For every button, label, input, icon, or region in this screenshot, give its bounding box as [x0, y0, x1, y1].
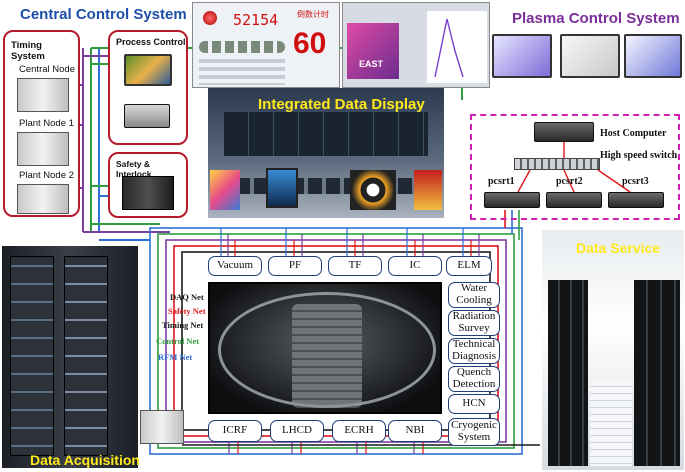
data-service-photo — [542, 230, 684, 470]
countdown-label: 倒数计时 — [297, 10, 329, 19]
safety-interlock-panel: Safety & Interlock — [108, 152, 188, 218]
timing-system-label: Timing System — [11, 40, 45, 62]
timing-system-panel: Timing System Central Node Plant Node 1 … — [3, 30, 80, 217]
rack-left — [10, 256, 54, 456]
process-control-label: Process Control — [116, 37, 186, 47]
pcsrt2-label: pcsrt2 — [556, 176, 583, 187]
subsystem-quench-detection: Quench Detection — [448, 366, 500, 392]
pcs-monitor-3 — [624, 34, 682, 78]
status-rows — [199, 59, 285, 85]
plant-node-2-crate — [17, 184, 69, 214]
subsystem-lhcd: LHCD — [270, 420, 324, 442]
subsystem-cryogenic-system: Cryogenic System — [448, 418, 500, 446]
subsystem-icrf: ICRF — [208, 420, 262, 442]
vessel-wall — [218, 292, 436, 408]
data-acquisition-photo — [2, 246, 138, 468]
subsystem-ic: IC — [388, 256, 442, 276]
pcsrt3-label: pcsrt3 — [622, 176, 649, 187]
display-panel-left — [210, 170, 240, 210]
display-panel-mid — [266, 168, 298, 208]
server-row-left — [548, 280, 588, 466]
plc-rack — [122, 176, 174, 210]
rack-right — [64, 256, 108, 456]
subsystem-tf: TF — [328, 256, 382, 276]
daq-crate — [140, 410, 184, 444]
video-wall — [224, 112, 428, 156]
pcs-monitor-1 — [492, 34, 552, 78]
safety-net-label: Safety Net — [168, 306, 206, 316]
subsystem-hcn: HCN — [448, 394, 500, 414]
data-service-title: Data Service — [576, 240, 661, 256]
display-panel-right — [414, 170, 442, 210]
countdown-value: 60 — [293, 27, 327, 60]
plasma-control-title: Plasma Control System — [512, 10, 680, 27]
east-logo: EAST — [347, 23, 399, 79]
control-net-label: Control Net — [156, 336, 200, 346]
data-acquisition-title: Data Acquisition — [30, 452, 140, 468]
process-server — [124, 104, 170, 128]
display-panel-ring — [350, 170, 396, 210]
shot-counter: 52154 — [233, 11, 279, 29]
subsystem-elm: ELM — [446, 256, 492, 276]
indicator-row — [199, 41, 285, 53]
pcs-monitor-2 — [560, 34, 620, 78]
waveform-plot — [427, 11, 487, 83]
pcsrt1-label: pcsrt1 — [488, 176, 515, 187]
subsystem-nbi: NBI — [388, 420, 442, 442]
pcsrt1-server — [484, 192, 540, 208]
subsystem-vacuum: Vacuum — [208, 256, 262, 276]
plant-node-1-crate — [17, 132, 69, 166]
central-control-title: Central Control System — [20, 6, 187, 23]
central-node-label: Central Node — [19, 64, 75, 75]
alarm-light-icon — [203, 11, 217, 25]
control-panel-screenshot: 52154 倒数计时 60 — [192, 2, 340, 88]
console-row — [218, 178, 434, 194]
plant-node-1-label: Plant Node 1 — [19, 118, 74, 129]
plasma-shape-screenshot: EAST — [342, 2, 490, 88]
central-node-crate — [17, 78, 69, 112]
daq-net-label: DAQ Net — [170, 292, 204, 302]
tokamak-interior-photo — [208, 282, 442, 414]
rfm-net-label: RFM Net — [158, 352, 193, 362]
subsystem-water-cooling: Water Cooling — [448, 282, 500, 308]
plant-node-2-label: Plant Node 2 — [19, 170, 74, 181]
process-monitor — [124, 54, 172, 86]
server-row-right — [634, 280, 680, 466]
pcsrt3-server — [608, 192, 664, 208]
integrated-display-title: Integrated Data Display — [258, 96, 425, 113]
floor-grid — [590, 380, 632, 466]
subsystem-ecrh: ECRH — [332, 420, 386, 442]
east-logo-text: EAST — [359, 59, 384, 69]
process-control-panel: Process Control — [108, 30, 188, 145]
pcsrt2-server — [546, 192, 602, 208]
subsystem-technical-diagnosis: Technical Diagnosis — [448, 338, 500, 364]
subsystem-pf: PF — [268, 256, 322, 276]
timing-net-label: Timing Net — [162, 320, 204, 330]
subsystem-radiation-survey: Radiation Survey — [448, 310, 500, 336]
